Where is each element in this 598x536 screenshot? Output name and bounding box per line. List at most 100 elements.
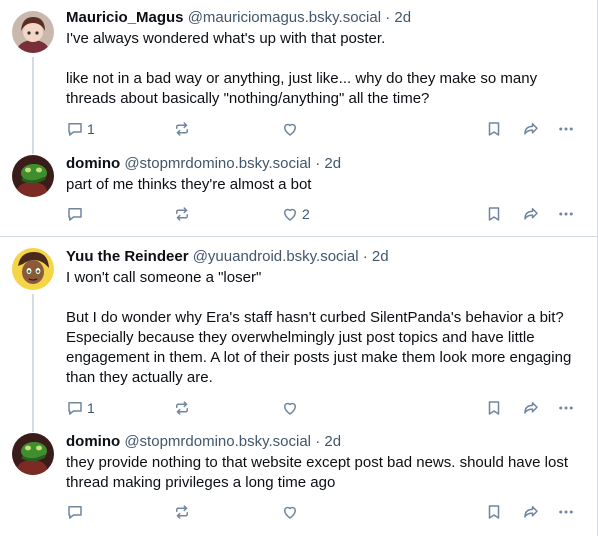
post-header: Yuu the Reindeer @yuuandroid.bsky.social… [66,247,585,267]
avatar-image [12,248,54,290]
author-name[interactable]: Yuu the Reindeer [66,248,189,265]
repost-icon [173,399,191,417]
post-time[interactable]: 2d [324,433,341,450]
post-mauricio[interactable]: Mauricio_Magus @mauriciomagus.bsky.socia… [0,0,597,146]
post-paragraph: I've always wondered what's up with that… [66,30,386,47]
like-count: 2 [302,206,310,222]
more-options-button[interactable] [557,397,575,419]
post-time[interactable]: 2d [372,248,389,265]
post-time[interactable]: 2d [394,9,411,26]
repost-button[interactable] [173,501,191,523]
like-button[interactable]: 2 [281,203,310,225]
avatar[interactable] [12,155,54,197]
separator-dot: · [315,155,321,172]
post-paragraph: part of me thinks they're almost a bot [66,176,312,193]
repost-icon [173,503,191,521]
bookmark-icon [485,399,503,417]
reply-icon [66,120,84,138]
reply-icon [66,503,84,521]
author-name[interactable]: domino [66,155,120,172]
more-options-button[interactable] [557,501,575,523]
share-button[interactable] [522,118,540,140]
repost-button[interactable] [173,397,191,419]
post-paragraph: But I do wonder why Era's staff hasn't c… [66,309,572,386]
separator-dot: · [385,9,391,26]
repost-button[interactable] [173,203,191,225]
post-header: domino @stopmrdomino.bsky.social · 2d [66,154,585,174]
avatar[interactable] [12,248,54,290]
post-actions: 1 [66,118,586,140]
share-icon [522,399,540,417]
like-button[interactable] [281,397,302,419]
more-options-button[interactable] [557,203,575,225]
bookmark-button[interactable] [485,501,503,523]
like-icon [281,399,299,417]
more-options-button[interactable] [557,118,575,140]
share-icon [522,503,540,521]
thread-line [32,294,34,424]
thread-line [32,57,34,146]
share-button[interactable] [522,501,540,523]
post-domino-2[interactable]: domino @stopmrdomino.bsky.social · 2d th… [0,424,597,536]
avatar-image [12,11,54,53]
post-text: part of me thinks they're almost a bot [66,175,585,195]
more-icon [557,503,575,521]
like-button[interactable] [281,118,302,140]
reply-icon [66,399,84,417]
more-icon [557,399,575,417]
post-header: Mauricio_Magus @mauriciomagus.bsky.socia… [66,8,585,28]
reply-button[interactable]: 1 [66,118,95,140]
reply-count: 1 [87,121,95,137]
like-icon [281,503,299,521]
author-handle[interactable]: @yuuandroid.bsky.social [193,248,359,265]
post-paragraph: I won't call someone a "loser" [66,269,262,286]
reply-count: 1 [87,400,95,416]
share-icon [522,120,540,138]
post-paragraph: like not in a bad way or anything, just … [66,70,538,107]
author-handle[interactable]: @stopmrdomino.bsky.social [124,433,311,450]
post-domino-1[interactable]: domino @stopmrdomino.bsky.social · 2d pa… [0,146,597,234]
post-text: I've always wondered what's up with that… [66,29,585,109]
like-icon [281,205,299,223]
thread-line [32,146,34,154]
post-text: they provide nothing to that website exc… [66,453,585,493]
thread-feed: Mauricio_Magus @mauriciomagus.bsky.socia… [0,0,598,536]
author-handle[interactable]: @mauriciomagus.bsky.social [188,9,381,26]
bookmark-icon [485,205,503,223]
bookmark-button[interactable] [485,203,503,225]
avatar-image [12,433,54,475]
more-icon [557,120,575,138]
post-yuu[interactable]: Yuu the Reindeer @yuuandroid.bsky.social… [0,238,597,424]
share-button[interactable] [522,203,540,225]
more-icon [557,205,575,223]
bookmark-icon [485,503,503,521]
reply-button[interactable] [66,203,87,225]
reply-button[interactable] [66,501,87,523]
thread-line [32,424,34,432]
reply-button[interactable]: 1 [66,397,95,419]
separator-dot: · [362,248,368,265]
repost-icon [173,120,191,138]
avatar-image [12,155,54,197]
bookmark-button[interactable] [485,397,503,419]
post-paragraph: they provide nothing to that website exc… [66,454,568,491]
author-name[interactable]: domino [66,433,120,450]
like-icon [281,120,299,138]
bookmark-icon [485,120,503,138]
avatar[interactable] [12,11,54,53]
bookmark-button[interactable] [485,118,503,140]
share-button[interactable] [522,397,540,419]
avatar[interactable] [12,433,54,475]
share-icon [522,205,540,223]
reply-icon [66,205,84,223]
thread-divider [0,236,597,237]
post-actions: 2 [66,203,586,225]
author-name[interactable]: Mauricio_Magus [66,9,184,26]
like-button[interactable] [281,501,302,523]
post-actions: 1 [66,397,586,419]
separator-dot: · [315,433,321,450]
repost-icon [173,205,191,223]
repost-button[interactable] [173,118,191,140]
post-time[interactable]: 2d [324,155,341,172]
author-handle[interactable]: @stopmrdomino.bsky.social [124,155,311,172]
